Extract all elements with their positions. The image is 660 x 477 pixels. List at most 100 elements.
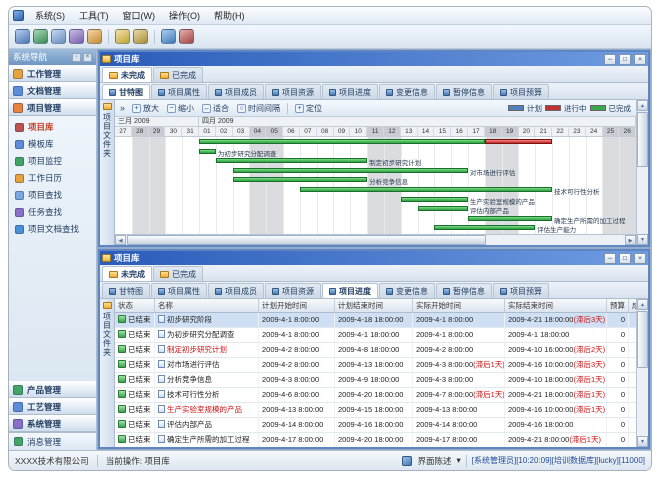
- menu-item-2[interactable]: 工具(T): [72, 8, 116, 23]
- view-tab-7[interactable]: 暂停信息: [436, 84, 492, 99]
- star-icon[interactable]: [87, 29, 102, 44]
- view-tab-2[interactable]: 项目属性: [151, 84, 207, 99]
- gantt-bar[interactable]: [468, 216, 552, 221]
- vertical-scrollbar[interactable]: ▲▼: [636, 299, 648, 447]
- sidebar-item[interactable]: 项目查找: [11, 187, 94, 203]
- menu-item-4[interactable]: 操作(O): [162, 8, 207, 23]
- column-header-6[interactable]: 实际结束时间: [505, 299, 607, 312]
- pin-icon[interactable]: ◦: [72, 53, 81, 62]
- table-row[interactable]: 已结束制定初步研究计划2009-4-2 8:00:002009-4-8 18:0…: [115, 343, 636, 358]
- lock-icon[interactable]: [115, 29, 130, 44]
- scroll-thumb[interactable]: [637, 311, 648, 368]
- toolbar-overflow-icon[interactable]: »: [118, 103, 127, 113]
- view-tab-5[interactable]: 项目进度: [322, 283, 378, 298]
- sidebar-item[interactable]: 项目监控: [11, 153, 94, 169]
- scroll-right-icon[interactable]: ▶: [625, 235, 636, 245]
- column-header-8[interactable]: 成...: [629, 299, 636, 312]
- tab-unfinished[interactable]: 未完成: [102, 67, 152, 82]
- table-row[interactable]: 已结束评估内部产品2009-4-14 8:00:002009-4-16 18:0…: [115, 418, 636, 433]
- view-tab-8[interactable]: 项目预算: [493, 84, 549, 99]
- help-icon[interactable]: [161, 29, 176, 44]
- table-row[interactable]: 已结束确定生产所需的加工过程2009-4-17 8:00:002009-4-20…: [115, 433, 636, 447]
- zoom-out-button[interactable]: −缩小: [164, 102, 197, 115]
- view-tab-7[interactable]: 暂停信息: [436, 283, 492, 298]
- table-row[interactable]: 已结束分析竞争信息2009-4-3 8:00:002009-4-9 18:00:…: [115, 373, 636, 388]
- gantt-bar[interactable]: [300, 187, 552, 192]
- menu-item-1[interactable]: 系统(S): [28, 8, 72, 23]
- close-button[interactable]: ×: [634, 54, 646, 65]
- sidebar-item[interactable]: 模板库: [11, 136, 94, 152]
- sidebar-group-4[interactable]: 产品管理: [9, 381, 96, 398]
- sidebar-item[interactable]: 项目库: [11, 119, 94, 135]
- view-tab-1[interactable]: 甘特图: [102, 84, 150, 99]
- minimize-button[interactable]: ─: [604, 54, 616, 65]
- table-row[interactable]: 已结束为初步研究分配调查2009-4-1 8:00:002009-4-1 18:…: [115, 328, 636, 343]
- view-tab-6[interactable]: 变更信息: [379, 283, 435, 298]
- tab-finished[interactable]: 已完成: [153, 67, 203, 82]
- view-tab-3[interactable]: 项目成员: [208, 84, 264, 99]
- sidebar-group-6[interactable]: 系统管理: [9, 415, 96, 432]
- computer-icon[interactable]: [15, 29, 30, 44]
- column-header-1[interactable]: 状态: [115, 299, 155, 312]
- horizontal-scrollbar[interactable]: ◀▶: [115, 234, 636, 245]
- folder-strip-tab[interactable]: 项目文件夹: [100, 100, 115, 245]
- child-titlebar[interactable]: 项目库─□×: [100, 52, 648, 66]
- scroll-thumb[interactable]: [127, 235, 486, 245]
- sidebar-item[interactable]: 工作日历: [11, 170, 94, 186]
- gantt-bar[interactable]: [485, 139, 552, 144]
- gantt-bar[interactable]: [199, 139, 485, 144]
- sidebar-group-5[interactable]: 工艺管理: [9, 398, 96, 415]
- menu-item-5[interactable]: 帮助(H): [207, 8, 252, 23]
- gantt-bar[interactable]: [199, 149, 216, 154]
- column-header-3[interactable]: 计划开始时间: [259, 299, 335, 312]
- view-tab-3[interactable]: 项目成员: [208, 283, 264, 298]
- view-tab-4[interactable]: 项目资源: [265, 84, 321, 99]
- exit-icon[interactable]: [179, 29, 194, 44]
- sidebar-group-2[interactable]: 文档管理: [9, 82, 96, 99]
- column-header-2[interactable]: 名称: [155, 299, 259, 312]
- column-header-4[interactable]: 计划结束时间: [335, 299, 413, 312]
- view-tab-4[interactable]: 项目资源: [265, 283, 321, 298]
- gantt-bar[interactable]: [233, 168, 468, 173]
- view-tab-8[interactable]: 项目预算: [493, 283, 549, 298]
- sidebar-item[interactable]: 任务查找: [11, 204, 94, 220]
- maximize-button[interactable]: □: [619, 253, 631, 264]
- view-tab-5[interactable]: 项目进度: [322, 84, 378, 99]
- table-row[interactable]: 已结束生产实验室规模的产品2009-4-13 8:00:002009-4-15 …: [115, 403, 636, 418]
- key-icon[interactable]: [133, 29, 148, 44]
- table-row[interactable]: 已结束初步研究阶段2009-4-1 8:00:002009-4-18 18:00…: [115, 313, 636, 328]
- menu-item-3[interactable]: 窗口(W): [116, 8, 163, 23]
- zoom-in-button[interactable]: +放大: [129, 102, 162, 115]
- table-row[interactable]: 已结束技术可行性分析2009-4-6 8:00:002009-4-20 18:0…: [115, 388, 636, 403]
- dropdown-caret-icon[interactable]: ▾: [456, 455, 460, 466]
- table-row[interactable]: 已结束对市场进行评估2009-4-2 8:00:002009-4-13 18:0…: [115, 358, 636, 373]
- scroll-up-icon[interactable]: ▲: [637, 100, 648, 111]
- view-tab-1[interactable]: 甘特图: [102, 283, 150, 298]
- view-tab-6[interactable]: 变更信息: [379, 84, 435, 99]
- gantt-bar[interactable]: [233, 177, 367, 182]
- gantt-bar[interactable]: [418, 206, 468, 211]
- gantt-bar[interactable]: [216, 158, 367, 163]
- scroll-down-icon[interactable]: ▼: [637, 234, 648, 245]
- maximize-button[interactable]: □: [619, 54, 631, 65]
- window-icon[interactable]: [51, 29, 66, 44]
- column-header-7[interactable]: 预算: [607, 299, 629, 312]
- tab-finished[interactable]: 已完成: [153, 266, 203, 281]
- column-header-5[interactable]: 实际开始时间: [413, 299, 505, 312]
- gantt-bar[interactable]: [401, 197, 468, 202]
- minimize-button[interactable]: ─: [604, 253, 616, 264]
- scroll-down-icon[interactable]: ▼: [637, 436, 648, 447]
- scroll-thumb[interactable]: [637, 112, 648, 167]
- tab-unfinished[interactable]: 未完成: [102, 266, 152, 281]
- vertical-scrollbar[interactable]: ▲▼: [636, 100, 648, 245]
- view-tab-2[interactable]: 项目属性: [151, 283, 207, 298]
- sidebar-group-3[interactable]: 项目管理: [9, 99, 96, 116]
- fit-button[interactable]: ↔适合: [199, 102, 232, 115]
- folder-strip-tab[interactable]: 项目文件夹: [100, 299, 115, 447]
- close-button[interactable]: ×: [634, 253, 646, 264]
- gantt-bar[interactable]: [434, 225, 535, 230]
- child-titlebar[interactable]: 项目库─□×: [100, 251, 648, 265]
- sidebar-group-1[interactable]: 工作管理: [9, 65, 96, 82]
- sidebar-tab-messages[interactable]: 消息管理: [9, 432, 96, 450]
- scroll-left-icon[interactable]: ◀: [115, 235, 126, 245]
